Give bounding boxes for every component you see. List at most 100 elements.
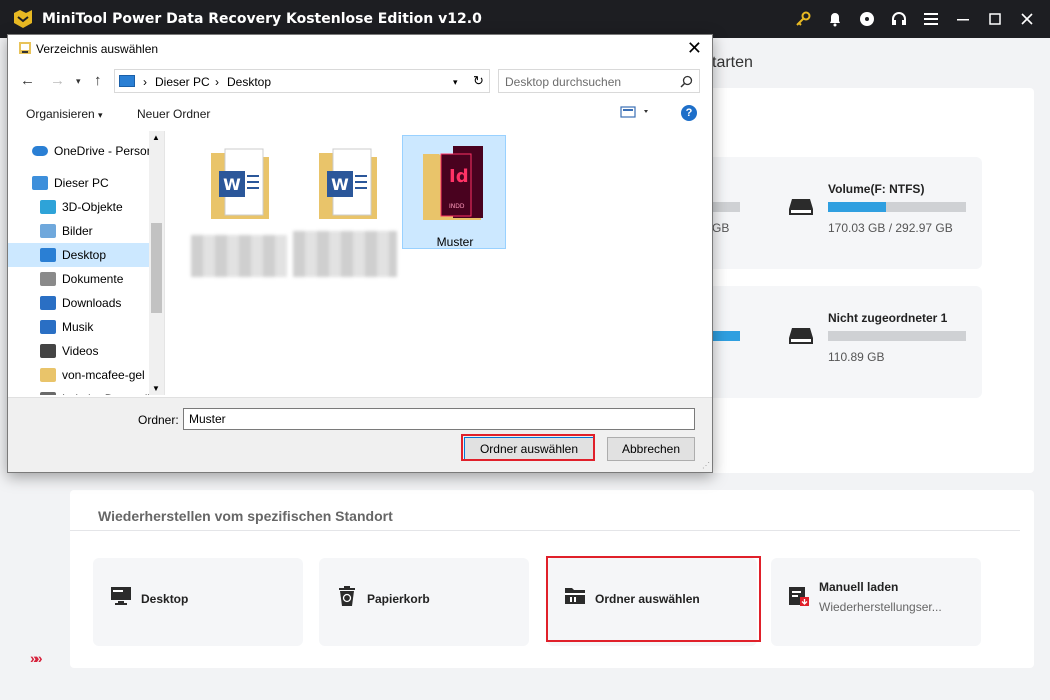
location-label: Manuell laden xyxy=(819,580,899,594)
specific-location-panel: Wiederherstellen vom spezifischen Stando… xyxy=(70,490,1034,668)
pictures-icon xyxy=(40,224,56,238)
app-logo-icon xyxy=(14,10,32,28)
nav-item-videos[interactable]: Videos xyxy=(8,339,149,363)
nav-item-label: OneDrive - Person xyxy=(54,144,154,158)
breadcrumb-this-pc[interactable]: Dieser PC xyxy=(155,75,210,89)
up-arrow-icon[interactable]: ↑ xyxy=(94,72,102,89)
forward-arrow-icon[interactable]: → xyxy=(50,72,65,89)
address-dropdown-icon[interactable]: ▾ xyxy=(453,77,458,88)
nav-item-bilder[interactable]: Bilder xyxy=(8,219,149,243)
nav-item-musik[interactable]: Musik xyxy=(8,315,149,339)
resize-grip-icon[interactable]: ⋰ xyxy=(702,461,710,470)
scroll-down-icon[interactable]: ▼ xyxy=(152,384,160,393)
folder-label: Ordner: xyxy=(138,413,179,427)
search-icon xyxy=(680,75,693,88)
back-arrow-icon[interactable]: ← xyxy=(20,72,35,89)
drive-size: 170.03 GB / 292.97 GB xyxy=(828,221,953,235)
key-icon[interactable] xyxy=(794,10,812,28)
help-icon[interactable]: ? xyxy=(681,105,697,121)
blurred-filename xyxy=(191,235,287,277)
select-directory-dialog: Verzeichnis auswählen ✕ ← → ▾ ↑ › Dieser… xyxy=(7,34,713,473)
command-bar: Organisieren ▾ Neuer Ordner ? xyxy=(8,101,712,127)
3d-objects-icon xyxy=(40,200,56,214)
this-pc-icon xyxy=(32,176,48,190)
nav-item-downloads[interactable]: Downloads xyxy=(8,291,149,315)
svg-text:INDD: INDD xyxy=(449,203,465,210)
location-recycle-bin[interactable]: Papierkorb xyxy=(319,558,529,646)
select-folder-highlight xyxy=(546,556,761,642)
nav-item-lokaler-datentr-[interactable]: Lokaler Datenträ xyxy=(8,387,151,395)
bell-icon[interactable] xyxy=(826,10,844,28)
menu-icon[interactable] xyxy=(922,10,940,28)
dialog-title: Verzeichnis auswählen xyxy=(36,42,159,56)
nav-item-label: Downloads xyxy=(62,296,122,310)
breadcrumb-sep-icon: › xyxy=(143,75,147,89)
headset-icon[interactable] xyxy=(890,10,908,28)
location-label: Papierkorb xyxy=(367,592,430,606)
navigation-pane: OneDrive - Person Dieser PC 3D-Objekte Bild… xyxy=(8,131,164,395)
nav-item-desktop[interactable]: Desktop xyxy=(8,243,149,267)
nav-item-von-mcafee-gel[interactable]: von-mcafee-gel xyxy=(8,363,149,387)
folder-word-icon: W xyxy=(319,148,377,219)
nav-item-label: Bilder xyxy=(62,224,93,238)
drive-name: Volume(F: NTFS) xyxy=(828,182,925,196)
organize-menu[interactable]: Organisieren ▾ xyxy=(26,107,103,121)
new-folder-button[interactable]: Neuer Ordner xyxy=(137,107,210,121)
nav-item-dieser-pc[interactable]: Dieser PC xyxy=(8,171,149,195)
file-item-selected[interactable]: Id INDD Muster xyxy=(402,135,506,249)
close-icon[interactable] xyxy=(1018,10,1036,28)
nav-item-label: 3D-Objekte xyxy=(62,200,123,214)
disc-icon[interactable] xyxy=(858,10,876,28)
drive-usage-bar xyxy=(828,202,886,212)
drive-card-f[interactable]: Volume(F: NTFS) 170.03 GB / 292.97 GB xyxy=(772,157,982,269)
nav-item-label: von-mcafee-gel xyxy=(62,368,145,382)
nav-scrollbar[interactable]: ▲ ▼ xyxy=(149,131,164,395)
minimize-icon[interactable] xyxy=(954,10,972,28)
hard-drive-icon xyxy=(789,328,813,344)
location-sublabel: Wiederherstellungser... xyxy=(819,600,942,614)
folder-input[interactable]: Muster xyxy=(183,408,695,430)
folder-indesign-icon: Id INDD xyxy=(423,146,483,220)
documents-icon xyxy=(40,272,56,286)
svg-text:W: W xyxy=(223,175,241,194)
maximize-icon[interactable] xyxy=(986,10,1004,28)
organize-label: Organisieren xyxy=(26,107,95,121)
scan-start-heading: tarten xyxy=(712,54,753,71)
nav-item-label: Dokumente xyxy=(62,272,124,286)
location-desktop[interactable]: Desktop xyxy=(93,558,303,646)
nav-scroll-thumb[interactable] xyxy=(151,223,162,313)
nav-item-label: Lokaler Datenträ xyxy=(62,392,151,395)
recycle-bin-icon xyxy=(339,586,355,606)
folder-dialog-icon xyxy=(19,42,31,54)
address-bar[interactable]: › Dieser PC › Desktop ▾ ↻ xyxy=(114,69,490,93)
cancel-button[interactable]: Abbrechen xyxy=(607,437,695,461)
desktop-icon xyxy=(40,248,56,262)
recent-locations-icon[interactable]: ▾ xyxy=(76,76,81,87)
nav-item-3d-objekte[interactable]: 3D-Objekte xyxy=(8,195,149,219)
divider xyxy=(70,530,1020,531)
file-item[interactable]: W xyxy=(193,135,297,249)
onedrive-icon xyxy=(32,146,48,156)
scroll-up-icon[interactable]: ▲ xyxy=(152,133,160,142)
section-title: Wiederherstellen vom spezifischen Stando… xyxy=(98,508,393,524)
drive-size: 110.89 GB xyxy=(828,350,885,364)
file-label: Muster xyxy=(436,235,474,249)
dialog-close-icon[interactable]: ✕ xyxy=(687,38,702,59)
view-options-icon[interactable] xyxy=(620,105,652,122)
expand-sidebar-icon[interactable]: »» xyxy=(30,650,42,666)
breadcrumb-desktop[interactable]: Desktop xyxy=(227,75,271,89)
dialog-footer: Ordner: Muster Ordner auswählen Abbreche… xyxy=(8,397,712,472)
app-title: MiniTool Power Data Recovery Kostenlose … xyxy=(42,11,482,27)
videos-icon xyxy=(40,344,56,358)
nav-item-label: Musik xyxy=(62,320,94,334)
location-manual-load[interactable]: Manuell laden Wiederherstellungser... xyxy=(771,558,981,646)
drive-card-unallocated[interactable]: Nicht zugeordneter 1 110.89 GB xyxy=(772,286,982,398)
nav-item-onedrive-person[interactable]: OneDrive - Person xyxy=(8,139,153,163)
monitor-icon xyxy=(111,587,131,605)
nav-item-label: Desktop xyxy=(62,248,107,262)
nav-item-dokumente[interactable]: Dokumente xyxy=(8,267,149,291)
drive-size: GB xyxy=(712,221,730,235)
address-refresh-icon[interactable]: ↻ xyxy=(473,73,484,89)
search-input[interactable]: Desktop durchsuchen xyxy=(498,69,700,93)
navigation-bar: ← → ▾ ↑ › Dieser PC › Desktop ▾ ↻ Deskto… xyxy=(8,67,712,95)
